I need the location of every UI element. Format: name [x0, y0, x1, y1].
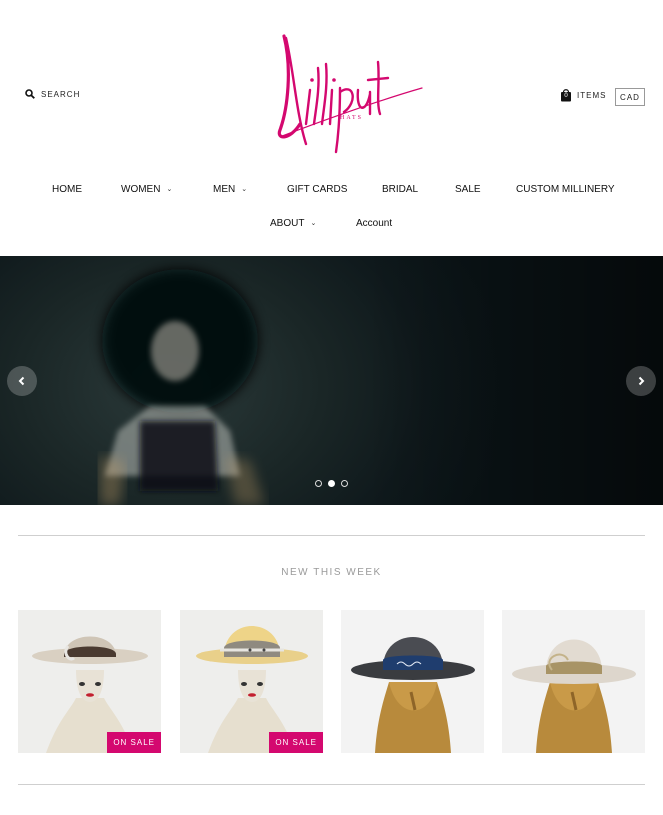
product-card-4[interactable] — [502, 610, 645, 753]
slide-dot-3[interactable] — [341, 480, 348, 487]
search-label: SEARCH — [41, 89, 81, 99]
hero-next-button[interactable] — [626, 366, 656, 396]
nav-item-label: WOMEN — [121, 183, 161, 195]
nav-item-about[interactable]: ABOUT ⌄ — [270, 218, 316, 229]
chevron-down-icon: ⌄ — [310, 219, 317, 227]
hero-prev-button[interactable] — [7, 366, 37, 396]
product-image — [341, 610, 484, 753]
search-icon — [25, 89, 35, 99]
lilliput-hats-logo[interactable]: HATS — [270, 28, 430, 158]
nav-item-label: BRIDAL — [382, 183, 419, 195]
nav-row-secondary: ABOUT ⌄ Account — [0, 212, 663, 234]
on-sale-badge: ON SALE — [269, 732, 323, 753]
chevron-right-icon — [636, 376, 646, 386]
hero-slideshow[interactable] — [0, 256, 663, 505]
on-sale-badge: ON SALE — [107, 732, 161, 753]
nav-item-bridal[interactable]: BRIDAL — [382, 184, 418, 195]
product-card-1[interactable]: ON SALE — [18, 610, 161, 753]
nav-item-sale[interactable]: SALE — [455, 184, 481, 195]
section-divider-bottom — [18, 784, 645, 785]
chevron-down-icon: ⌄ — [166, 185, 173, 193]
nav-item-label: MEN — [213, 183, 236, 195]
nav-item-label: GIFT CARDS — [287, 183, 348, 195]
nav-item-custom-millinery[interactable]: CUSTOM MILLINERY — [516, 184, 615, 195]
slide-dot-1[interactable] — [315, 480, 322, 487]
product-image — [502, 610, 645, 753]
nav-item-account[interactable]: Account — [356, 218, 392, 229]
currency-selector[interactable]: CAD — [615, 88, 645, 106]
nav-item-label: Account — [356, 217, 393, 229]
nav-item-gift-cards[interactable]: GIFT CARDS — [287, 184, 347, 195]
logo-subtext: HATS — [340, 115, 363, 121]
nav-item-label: CUSTOM MILLINERY — [516, 183, 615, 195]
cart-button[interactable]: 0 ITEMS — [560, 88, 606, 102]
slide-dot-2[interactable] — [328, 480, 335, 487]
slide-indicators — [315, 480, 348, 487]
product-card-3[interactable] — [341, 610, 484, 753]
cart-count: 0 — [564, 92, 568, 99]
chevron-down-icon: ⌄ — [241, 185, 248, 193]
nav-item-women[interactable]: WOMEN ⌄ — [121, 184, 172, 195]
hero-image — [0, 256, 663, 505]
search-button[interactable]: SEARCH — [25, 89, 80, 99]
site-header: SEARCH HATS 0 ITEMS CAD — [0, 0, 663, 170]
nav-item-men[interactable]: MEN ⌄ — [213, 184, 247, 195]
nav-item-label: HOME — [52, 183, 82, 195]
cart-items-label: ITEMS — [577, 90, 607, 100]
nav-item-label: ABOUT — [270, 217, 305, 229]
shopping-bag-icon: 0 — [560, 88, 572, 102]
product-card-2[interactable]: ON SALE — [180, 610, 323, 753]
nav-item-home[interactable]: HOME — [52, 184, 82, 195]
nav-item-label: SALE — [455, 183, 481, 195]
chevron-left-icon — [17, 376, 27, 386]
section-divider-top — [18, 535, 645, 536]
nav-row-primary: HOME WOMEN ⌄ MEN ⌄ GIFT CARDS BRIDAL SAL… — [0, 178, 663, 200]
new-this-week-title: NEW THIS WEEK — [281, 567, 382, 578]
